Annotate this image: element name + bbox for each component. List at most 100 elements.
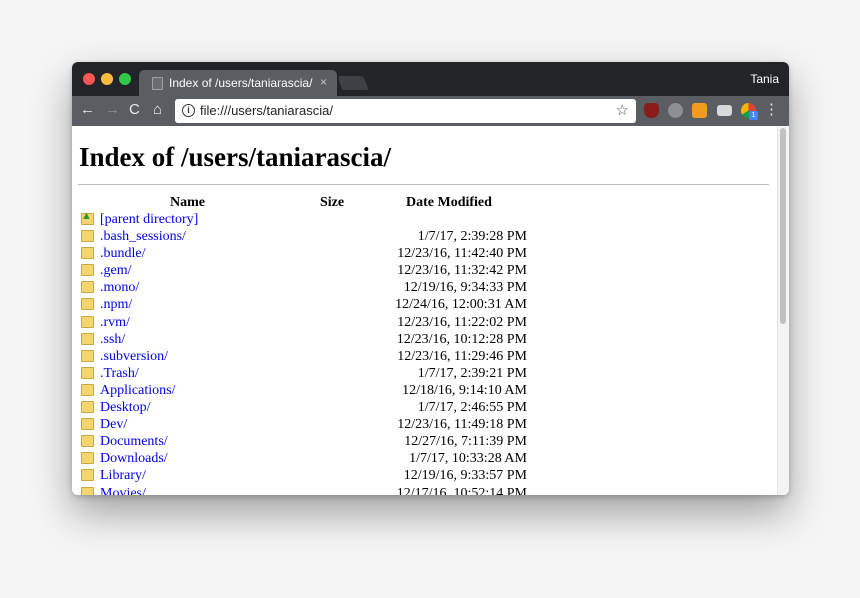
page-content: Index of /users/taniarascia/ Name Size D… (72, 126, 789, 495)
table-row: Downloads/1/7/17, 10:33:28 AM (72, 450, 772, 467)
table-row: Applications/12/18/16, 9:14:10 AM (72, 382, 772, 399)
active-tab[interactable]: Index of /users/taniarascia/ × (139, 70, 337, 96)
folder-link[interactable]: Dev/ (100, 416, 127, 433)
up-arrow-icon: ▲ (81, 210, 92, 222)
address-bar[interactable]: i file:///users/taniarascia/ ☆ (175, 99, 636, 123)
directory-listing: ▲ [parent directory] .bash_sessions/1/7/… (72, 211, 772, 495)
folder-icon (81, 230, 94, 243)
folder-link[interactable]: Applications/ (100, 382, 175, 399)
folder-link[interactable]: Documents/ (100, 433, 168, 450)
folder-icon (81, 469, 94, 482)
info-icon[interactable]: i (182, 104, 195, 117)
table-row: .Trash/1/7/17, 2:39:21 PM (72, 365, 772, 382)
folder-link[interactable]: .gem/ (100, 262, 132, 279)
folder-link[interactable]: Desktop/ (100, 399, 151, 416)
page-icon (152, 77, 163, 90)
table-row: .ssh/12/23/16, 10:12:28 PM (72, 331, 772, 348)
browser-toolbar: ← → C ⌂ i file:///users/taniarascia/ ☆ 1… (72, 96, 789, 126)
back-arrow-icon[interactable]: ← (80, 102, 95, 118)
folder-icon (81, 281, 94, 294)
folder-link[interactable]: Downloads/ (100, 450, 168, 467)
table-row: .bash_sessions/1/7/17, 2:39:28 PM (72, 228, 772, 245)
table-row: .mono/12/19/16, 9:34:33 PM (72, 279, 772, 296)
rss-icon[interactable] (692, 103, 707, 118)
parent-directory-row: ▲ [parent directory] (72, 211, 772, 228)
date-modified: 12/23/16, 11:32:42 PM (397, 263, 527, 279)
folder-icon (81, 247, 94, 260)
folder-icon (81, 401, 94, 414)
folder-icon (81, 435, 94, 448)
pocket-icon[interactable] (668, 103, 683, 118)
vertical-scrollbar[interactable] (777, 126, 789, 495)
date-modified: 1/7/17, 2:39:21 PM (417, 365, 527, 381)
bookmark-star-icon[interactable]: ☆ (616, 101, 629, 119)
folder-icon (81, 315, 94, 328)
folder-icon (81, 264, 94, 277)
reload-icon[interactable]: C (129, 102, 140, 118)
date-modified: 12/17/16, 10:52:14 PM (396, 485, 527, 496)
date-modified: 12/19/16, 9:34:33 PM (403, 280, 527, 296)
browser-window: Index of /users/taniarascia/ × Tania ← →… (72, 62, 789, 495)
folder-link[interactable]: .npm/ (100, 296, 132, 313)
folder-link[interactable]: .bash_sessions/ (100, 228, 186, 245)
extension-badge: 1 (749, 111, 758, 120)
scrollbar-thumb[interactable] (780, 128, 786, 324)
table-row: .gem/12/23/16, 11:32:42 PM (72, 262, 772, 279)
table-row: Dev/12/23/16, 11:49:18 PM (72, 416, 772, 433)
folder-icon (81, 418, 94, 431)
column-header-date[interactable]: Date Modified (406, 195, 492, 211)
ublock-icon[interactable] (644, 103, 659, 118)
date-modified: 12/24/16, 12:00:31 AM (395, 297, 527, 313)
date-modified: 1/7/17, 2:39:28 PM (417, 229, 527, 245)
date-modified: 12/27/16, 7:11:39 PM (404, 434, 527, 450)
tab-close-icon[interactable]: × (320, 75, 327, 89)
folder-icon (81, 366, 94, 379)
date-modified: 12/23/16, 11:22:02 PM (397, 314, 527, 330)
page-title: Index of /users/taniarascia/ (79, 142, 392, 172)
folder-link[interactable]: .subversion/ (100, 348, 168, 365)
table-row: Movies/12/17/16, 10:52:14 PM (72, 485, 772, 496)
home-icon[interactable]: ⌂ (153, 102, 162, 118)
table-row: .rvm/12/23/16, 11:22:02 PM (72, 314, 772, 331)
folder-link[interactable]: .ssh/ (100, 331, 125, 348)
folder-link[interactable]: .bundle/ (100, 245, 146, 262)
date-modified: 12/23/16, 11:42:40 PM (397, 246, 527, 262)
date-modified: 12/18/16, 9:14:10 AM (402, 382, 527, 398)
folder-link[interactable]: .Trash/ (100, 365, 139, 382)
table-row: Library/12/19/16, 9:33:57 PM (72, 467, 772, 484)
folder-link[interactable]: Movies/ (100, 485, 146, 496)
date-modified: 1/7/17, 2:46:55 PM (417, 400, 527, 416)
maximize-window-button[interactable] (119, 73, 131, 85)
column-header-name[interactable]: Name (170, 195, 205, 211)
folder-link[interactable]: .mono/ (100, 279, 139, 296)
folder-icon (81, 298, 94, 311)
folder-icon (81, 349, 94, 362)
folder-icon (81, 332, 94, 345)
forward-arrow-icon[interactable]: → (105, 102, 120, 118)
close-window-button[interactable] (83, 73, 95, 85)
folder-link[interactable]: Library/ (100, 467, 146, 484)
folder-icon (81, 452, 94, 465)
divider (78, 184, 769, 185)
table-row: Documents/12/27/16, 7:11:39 PM (72, 433, 772, 450)
column-header-size[interactable]: Size (320, 195, 344, 211)
url-text[interactable]: file:///users/taniarascia/ (200, 103, 333, 118)
minimize-window-button[interactable] (101, 73, 113, 85)
table-row: .npm/12/24/16, 12:00:31 AM (72, 296, 772, 313)
profile-name[interactable]: Tania (750, 72, 779, 86)
date-modified: 12/23/16, 11:29:46 PM (397, 348, 527, 364)
date-modified: 12/19/16, 9:33:57 PM (403, 468, 527, 484)
date-modified: 1/7/17, 10:33:28 AM (409, 451, 527, 467)
table-row: Desktop/1/7/17, 2:46:55 PM (72, 399, 772, 416)
parent-directory-link[interactable]: [parent directory] (100, 211, 198, 228)
table-row: .subversion/12/23/16, 11:29:46 PM (72, 348, 772, 365)
new-tab-button[interactable] (337, 76, 369, 90)
tab-title: Index of /users/taniarascia/ (169, 76, 313, 90)
folder-link[interactable]: .rvm/ (100, 314, 130, 331)
browser-menu-icon[interactable]: ⋮ (764, 102, 779, 118)
title-bar: Index of /users/taniarascia/ × Tania (72, 62, 789, 96)
date-modified: 12/23/16, 10:12:28 PM (396, 331, 527, 347)
folder-icon (81, 383, 94, 396)
reader-icon[interactable] (717, 105, 732, 116)
date-modified: 12/23/16, 11:49:18 PM (397, 417, 527, 433)
